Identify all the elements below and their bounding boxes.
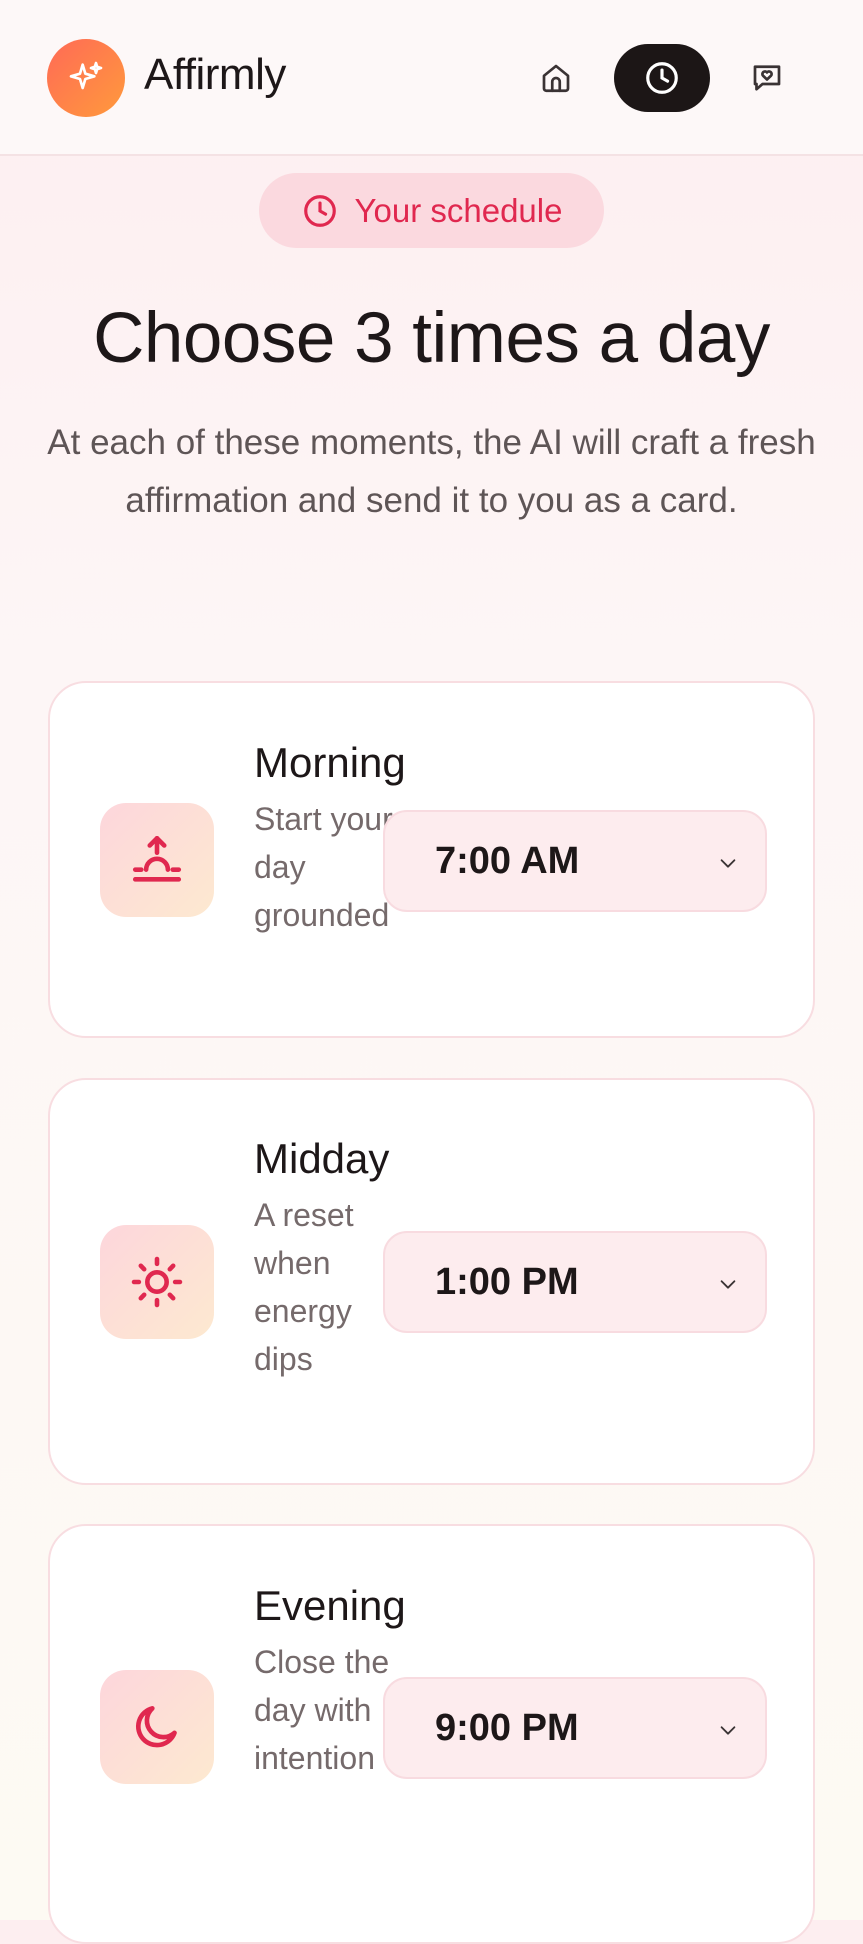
- message-heart-icon: [753, 65, 781, 91]
- page-subtitle: At each of these moments, the AI will cr…: [47, 423, 816, 520]
- time-value-evening: 9:00 PM: [435, 1706, 579, 1749]
- schedule-card-morning: Morning Start your day grounded 7:00 AM: [48, 681, 815, 1038]
- clock-icon: [303, 194, 336, 227]
- nav-messages-button[interactable]: [733, 44, 801, 112]
- nav-home-button[interactable]: [522, 44, 590, 112]
- time-value-morning: 7:00 AM: [435, 839, 580, 882]
- app-name: Affirmly: [144, 50, 286, 99]
- slot-name-evening: Evening: [254, 1582, 406, 1629]
- sparkles-icon: [69, 61, 103, 90]
- slot-description-evening: Close the day with intention: [254, 1644, 390, 1776]
- app-header: Affirmly: [0, 0, 863, 156]
- time-select-midday[interactable]: 1:00 PM: [383, 1231, 767, 1333]
- slot-description-morning: Start your day grounded: [254, 801, 393, 933]
- clock-icon: [646, 62, 678, 94]
- schedule-card-evening: Evening Close the day with intention 9:0…: [48, 1524, 815, 1944]
- slot-name-morning: Morning: [254, 739, 406, 786]
- chevron-down-icon: [720, 1726, 736, 1735]
- page-title: Choose 3 times a day: [93, 299, 770, 378]
- schedule-badge-label: Your schedule: [354, 191, 563, 229]
- schedule-badge: Your schedule: [259, 173, 604, 248]
- evening-icon-tile: [100, 1670, 214, 1784]
- sun-icon: [131, 1256, 183, 1308]
- time-select-evening[interactable]: 9:00 PM: [383, 1677, 767, 1779]
- chevron-down-icon: [720, 1280, 736, 1289]
- moon-icon: [135, 1706, 177, 1748]
- chevron-down-icon: [720, 859, 736, 868]
- app-logo: [47, 39, 125, 117]
- morning-icon-tile: [100, 803, 214, 917]
- slot-description-midday: A reset when energy dips: [254, 1197, 354, 1377]
- nav-schedule-button[interactable]: [614, 44, 710, 112]
- sunrise-icon: [132, 835, 182, 882]
- midday-icon-tile: [100, 1225, 214, 1339]
- schedule-card-midday: Midday A reset when energy dips 1:00 PM: [48, 1078, 815, 1485]
- slot-name-midday: Midday: [254, 1135, 390, 1182]
- time-value-midday: 1:00 PM: [435, 1260, 579, 1303]
- time-select-morning[interactable]: 7:00 AM: [383, 810, 767, 912]
- home-icon: [542, 64, 570, 93]
